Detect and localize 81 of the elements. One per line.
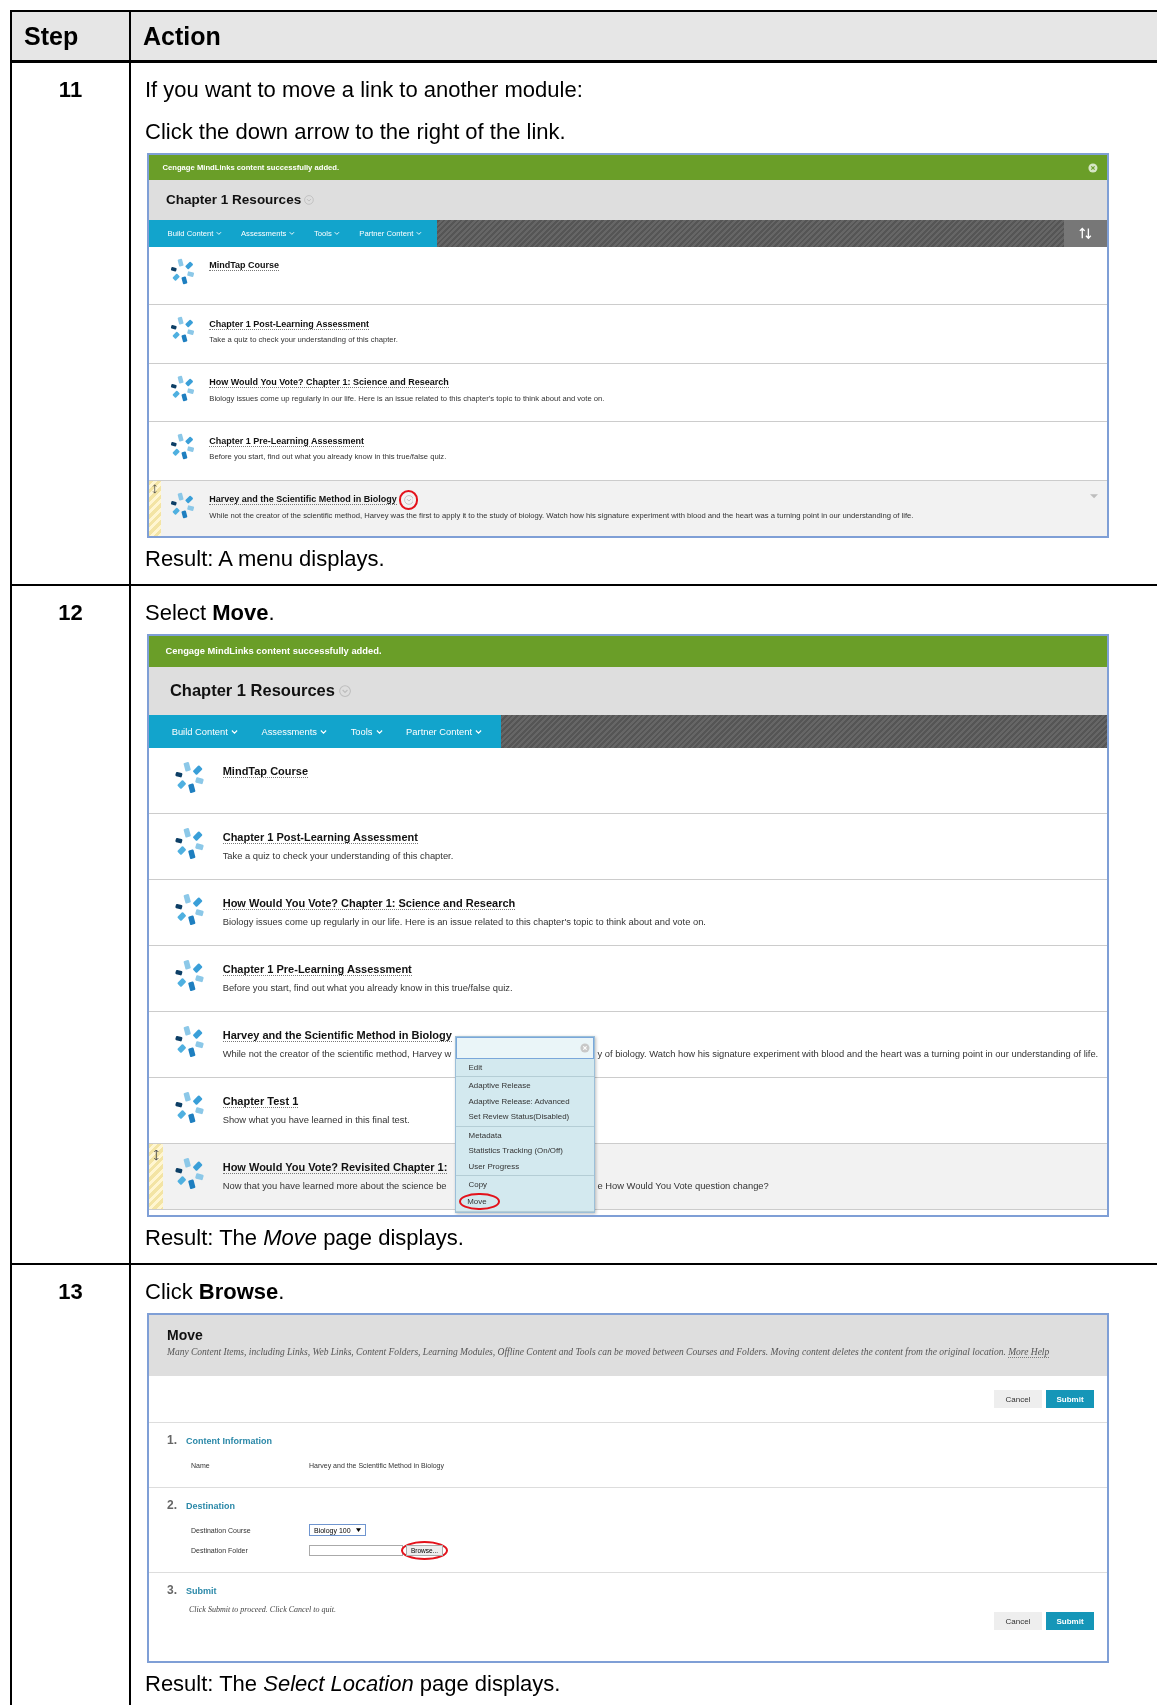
cancel-button[interactable]: Cancel xyxy=(994,1390,1042,1408)
reorder-button[interactable] xyxy=(1064,219,1107,247)
item-description: While not the creator of the scientific method, Harvey w xyxy=(222,1048,452,1059)
item-link[interactable]: How Would You Vote? Revisited Chapter 1: xyxy=(222,1160,448,1174)
up-down-arrow-icon xyxy=(152,1148,160,1161)
pinwheel-icon xyxy=(168,491,196,519)
item-link[interactable]: Chapter 1 Pre-Learning Assessment xyxy=(222,962,412,976)
pinwheel-icon xyxy=(173,761,207,795)
instruction-text: If you want to move a link to another module: xyxy=(145,76,584,104)
help-link[interactable]: More Help xyxy=(1008,1347,1050,1358)
column-header: Step xyxy=(12,12,131,63)
pinwheel-icon xyxy=(168,257,196,285)
triangle-down-icon xyxy=(355,1528,361,1532)
page-title: Move xyxy=(167,1327,204,1343)
page-title: Chapter 1 Resources xyxy=(169,681,335,701)
step-number: 12 xyxy=(58,600,83,625)
chevron-down-icon[interactable] xyxy=(403,494,414,505)
item-link[interactable]: MindTap Course xyxy=(222,764,309,778)
item-description: Now that you have learned more about the science be xyxy=(222,1180,447,1191)
caret-icon xyxy=(289,231,295,236)
item-link[interactable]: Chapter 1 Pre-Learning Assessment xyxy=(209,435,364,447)
result-text: Result: A menu displays. xyxy=(145,545,386,573)
caret-icon xyxy=(334,231,341,236)
section-number: 3. xyxy=(167,1583,177,1597)
pinwheel-icon xyxy=(173,1091,207,1125)
item-description: Take a quiz to check your understanding of this chapter. xyxy=(222,850,454,861)
section-number: 1. xyxy=(167,1433,177,1447)
result-text: Result: The Select Location page displays. xyxy=(145,1670,562,1698)
caret-icon xyxy=(320,728,328,735)
item-description: e How Would You Vote question change? xyxy=(597,1180,769,1191)
item-link[interactable]: How Would You Vote? Chapter 1: Science and Research xyxy=(222,896,516,910)
item-description: y of biology. Watch how his signature experiment with blood and the heart was a turning point in our understanding of life. xyxy=(597,1048,1099,1059)
pinwheel-icon xyxy=(168,433,196,461)
page-description: Many Content Items, including Links, Web Links, Content Folders, Learning Modules, Offline Content and Tools can be moved between Courses and Folders. Moving content deletes the content from the original location. More Help xyxy=(167,1347,1051,1357)
caret-icon xyxy=(231,728,239,735)
pinwheel-icon xyxy=(173,1025,207,1059)
pinwheel-icon xyxy=(173,893,207,927)
close-icon[interactable] xyxy=(580,1042,591,1053)
caret-icon xyxy=(475,728,483,735)
instruction-text: Click the down arrow to the right of the link. xyxy=(145,118,567,146)
chevron-down-icon[interactable] xyxy=(338,684,351,698)
section-title: Content Information xyxy=(186,1436,272,1446)
item-link[interactable]: How Would You Vote? Chapter 1: Science and Research xyxy=(209,377,449,389)
section-number: 2. xyxy=(167,1498,177,1512)
item-link[interactable]: Harvey and the Scientific Method in Biology xyxy=(209,494,397,506)
notice-text: Cengage MindLinks content successfully added. xyxy=(165,646,382,657)
pinwheel-icon xyxy=(173,959,207,993)
drag-handle[interactable] xyxy=(149,480,161,536)
item-link[interactable]: Chapter 1 Post-Learning Assessment xyxy=(209,318,369,330)
section-title: Destination xyxy=(186,1501,236,1511)
step-number: 11 xyxy=(58,77,83,102)
result-text: Result: The Move page displays. xyxy=(145,1224,465,1252)
caret-icon xyxy=(375,728,383,735)
step-number: 13 xyxy=(58,1279,83,1304)
drag-handle[interactable] xyxy=(149,1144,164,1210)
pinwheel-icon xyxy=(168,316,196,344)
up-down-arrow-icon xyxy=(152,484,158,495)
caret-icon xyxy=(216,231,222,236)
caret-icon xyxy=(415,231,422,236)
item-link[interactable]: MindTap Course xyxy=(209,260,280,272)
item-link[interactable]: Chapter 1 Post-Learning Assessment xyxy=(222,830,418,844)
item-description: Show what you have learned in this final test. xyxy=(222,1114,410,1125)
column-header: Action xyxy=(131,12,1157,63)
sort-arrows-icon xyxy=(1078,225,1093,241)
chevron-down-icon[interactable] xyxy=(304,195,315,205)
close-icon[interactable] xyxy=(1088,162,1098,173)
section-title: Submit xyxy=(186,1586,217,1596)
item-description: Before you start, find out what you already know in this true/false quiz. xyxy=(222,982,513,993)
instruction-text: Select Move. xyxy=(145,599,276,627)
item-link[interactable]: Harvey and the Scientific Method in Biology xyxy=(222,1028,452,1042)
item-link[interactable]: Chapter Test 1 xyxy=(222,1094,299,1108)
pinwheel-icon xyxy=(173,827,207,861)
instruction-text: Click Submit to proceed. Click Cancel to quit. xyxy=(189,1605,337,1614)
instruction-text: Click Browse. xyxy=(145,1278,286,1306)
item-description: Biology issues come up regularly in our life. Here is an issue related to this chapter's topic to think about and vote on. xyxy=(222,916,706,927)
dropdown-caret-icon[interactable] xyxy=(1089,494,1098,499)
cancel-button[interactable]: Cancel xyxy=(994,1612,1042,1630)
pinwheel-icon xyxy=(173,1157,207,1191)
input-field[interactable] xyxy=(309,1544,403,1556)
page-title: Chapter 1 Resources xyxy=(166,192,302,208)
pinwheel-icon xyxy=(168,374,196,402)
